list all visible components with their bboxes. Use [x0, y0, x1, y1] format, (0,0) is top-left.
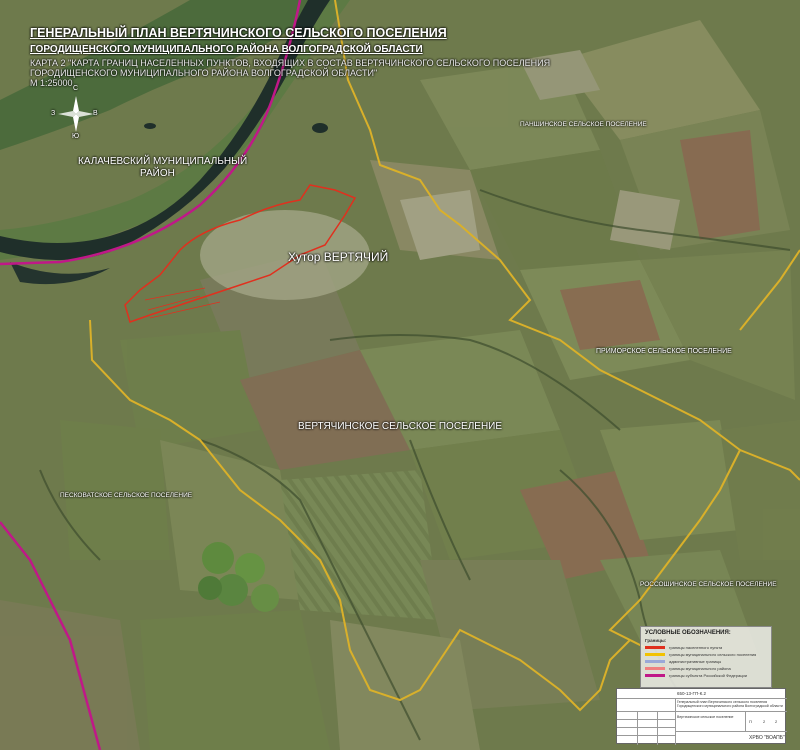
caption-line-1: КАРТА 2 "КАРТА ГРАНИЦ НАСЕЛЕННЫХ ПУНКТОВ…	[30, 58, 551, 68]
legend-text: границы субъекта Российской Федерации	[669, 673, 747, 678]
rossoshinskoe-label: РОССОШИНСКОЕ СЕЛЬСКОЕ ПОСЕЛЕНИЕ	[640, 581, 777, 588]
compass-rose-icon: С Ю З В	[51, 85, 98, 140]
legend-text: границы муниципального района	[669, 666, 731, 671]
stamp-stage: П	[749, 719, 752, 724]
kalach-district-label-1: КАЛАЧЕВСКИЙ МУНИЦИПАЛЬНЫЙ	[78, 156, 248, 167]
primorskoe-label: ПРИМОРСКОЕ СЕЛЬСКОЕ ПОСЕЛЕНИЕ	[596, 348, 732, 355]
legend-title: УСЛОВНЫЕ ОБОЗНАЧЕНИЯ:	[645, 630, 731, 636]
compass-west: З	[51, 110, 56, 117]
legend-text: границы муниципального сельского поселен…	[669, 652, 757, 657]
map-legend: УСЛОВНЫЕ ОБОЗНАЧЕНИЯ: Границы: границы н…	[640, 626, 772, 688]
legend-text: границы населенного пункта	[669, 645, 723, 650]
legend-item: границы населенного пункта	[645, 644, 767, 651]
legend-item: административные границы	[645, 658, 767, 665]
peskovatskoe-label: ПЕСКОВАТСКОЕ СЕЛЬСКОЕ ПОСЕЛЕНИЕ	[60, 492, 193, 499]
stamp-description: Генеральный план Вертячинского сельского…	[677, 700, 783, 708]
stamp-sheet: 2	[763, 719, 766, 724]
compass-north: С	[73, 85, 79, 92]
compass-east: В	[93, 110, 98, 117]
satellite-map[interactable]: ГЕНЕРАЛЬНЫЙ ПЛАН ВЕРТЯЧИНСКОГО СЕЛЬСКОГО…	[0, 0, 800, 750]
legend-swatch	[645, 667, 665, 670]
legend-item: границы муниципального района	[645, 665, 767, 672]
compass-south: Ю	[72, 133, 80, 140]
legend-section: Границы:	[645, 638, 667, 643]
kalach-district-label-2: РАЙОН	[140, 168, 175, 179]
panshino-label: ПАНШИНСКОЕ СЕЛЬСКОЕ ПОСЕЛЕНИЕ	[520, 121, 647, 128]
map-subtitle: ГОРОДИЩЕНСКОГО МУНИЦИПАЛЬНОГО РАЙОНА ВОЛ…	[30, 44, 423, 55]
map-scale: М 1:25000	[30, 78, 73, 88]
stamp-sheet-title: Вертячинское сельское поселение	[677, 715, 734, 719]
stamp-org: ХРВО "ВОАПБ"	[749, 735, 785, 741]
legend-swatch	[645, 674, 665, 677]
map-title: ГЕНЕРАЛЬНЫЙ ПЛАН ВЕРТЯЧИНСКОГО СЕЛЬСКОГО…	[30, 26, 447, 40]
vertyachinskoe-label: ВЕРТЯЧИНСКОЕ СЕЛЬСКОЕ ПОСЕЛЕНИЕ	[298, 421, 503, 432]
legend-swatch	[645, 653, 665, 656]
legend-item: границы субъекта Российской Федерации	[645, 672, 767, 679]
caption-line-2: ГОРОДИЩЕНСКОГО МУНИЦИПАЛЬНОГО РАЙОНА ВОЛ…	[30, 68, 378, 78]
legend-swatch	[645, 660, 665, 663]
legend-item: границы муниципального сельского поселен…	[645, 651, 767, 658]
legend-text: административные границы	[669, 659, 722, 664]
stamp-sheets: 2	[775, 719, 778, 724]
village-label: Хутор ВЕРТЯЧИЙ	[288, 250, 389, 264]
title-block: 650-13-ГП-К.2 Генеральный план Вертячинс…	[616, 688, 787, 745]
map-caption: КАРТА 2 "КАРТА ГРАНИЦ НАСЕЛЕННЫХ ПУНКТОВ…	[30, 58, 550, 88]
stamp-code: 650-13-ГП-К.2	[677, 691, 707, 696]
legend-swatch	[645, 646, 665, 649]
